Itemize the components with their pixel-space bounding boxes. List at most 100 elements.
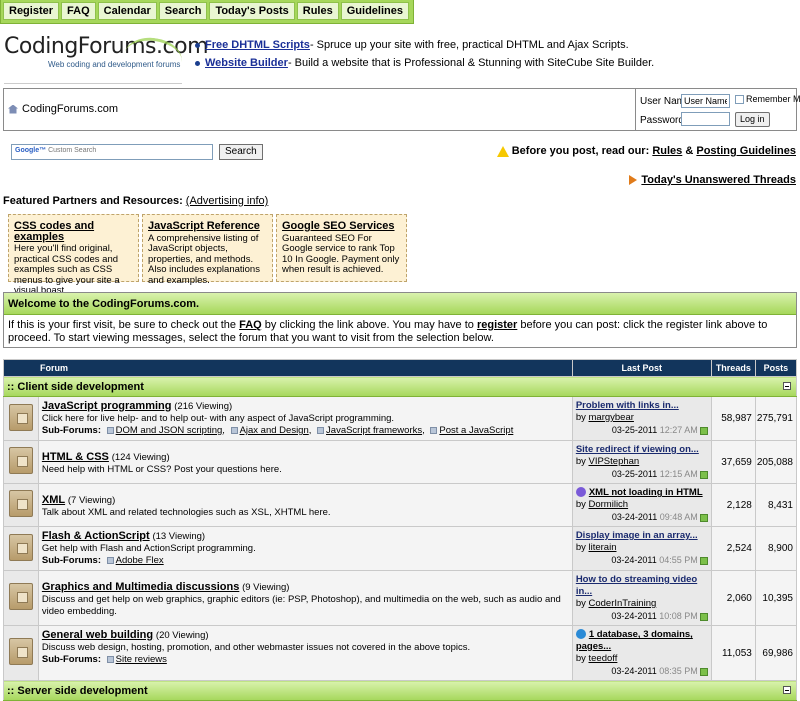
nav-todays-posts[interactable]: Today's Posts <box>209 2 295 20</box>
unanswered-threads[interactable]: Today's Unanswered Threads <box>629 174 796 186</box>
username-input[interactable] <box>681 94 730 108</box>
forum-title[interactable]: General web building <box>42 629 153 641</box>
forum-status-cell <box>3 440 39 484</box>
search-input[interactable]: Google™ Custom Search <box>11 144 213 160</box>
partner-title[interactable]: JavaScript Reference <box>148 221 267 232</box>
forum-info: HTML & CSS (124 Viewing) Need help with … <box>37 440 573 484</box>
category-title[interactable]: :: Server side development <box>7 685 148 697</box>
last-post-user[interactable]: CoderInTraining <box>589 598 657 609</box>
guidelines-link[interactable]: Posting Guidelines <box>696 145 796 157</box>
forum-description: Get help with Flash and ActionScript pro… <box>41 543 256 554</box>
last-post-user[interactable]: VIPStephan <box>589 456 640 467</box>
post-count: 69,986 <box>754 625 798 681</box>
breadcrumb-home[interactable]: CodingForums.com <box>22 103 118 115</box>
collapse-icon[interactable] <box>783 381 791 390</box>
post-count: 205,088 <box>754 440 798 484</box>
advertising-info-link[interactable]: (Advertising info) <box>186 195 269 207</box>
forum-title[interactable]: Flash & ActionScript <box>42 530 150 542</box>
unanswered-link[interactable]: Today's Unanswered Threads <box>641 174 796 186</box>
thread-count: 2,524 <box>710 526 756 571</box>
forum-viewing: (124 Viewing) <box>111 452 170 463</box>
promo-link-builder[interactable]: Website Builder <box>205 57 288 69</box>
last-post-title[interactable]: Display image in an array... <box>576 530 698 541</box>
last-post-title[interactable]: How to do streaming video in... <box>576 574 697 597</box>
subforum-link[interactable]: Post a JavaScript <box>439 425 513 436</box>
go-to-last-post-icon[interactable] <box>699 556 708 565</box>
nav-faq[interactable]: FAQ <box>61 2 96 20</box>
nav-guidelines[interactable]: Guidelines <box>340 2 409 20</box>
by-label: by <box>575 653 586 664</box>
forum-row: JavaScript programming (216 Viewing) Cli… <box>3 396 798 441</box>
last-post-user[interactable]: Dormilich <box>589 499 629 510</box>
last-post-date: 03-24-2011 <box>611 555 657 565</box>
nav-rules[interactable]: Rules <box>296 2 339 20</box>
last-post-title[interactable]: Site redirect if viewing on... <box>576 444 699 455</box>
last-post-title[interactable]: XML not loading in HTML <box>589 487 703 498</box>
go-to-last-post-icon[interactable] <box>699 470 708 479</box>
subforums: Sub-Forums: DOM and JSON scripting, Ajax… <box>41 425 514 436</box>
remember-checkbox[interactable] <box>735 95 744 104</box>
last-post-user[interactable]: literain <box>589 542 617 553</box>
thread-count: 37,659 <box>710 440 756 484</box>
register-link[interactable]: register <box>477 319 517 331</box>
last-post-title[interactable]: 1 database, 3 domains, pages... <box>576 629 693 652</box>
home-icon[interactable] <box>8 104 18 114</box>
last-post-title[interactable]: Problem with links in... <box>576 400 679 411</box>
notice-amp: & <box>685 145 694 157</box>
nav-calendar[interactable]: Calendar <box>97 2 157 20</box>
category-client-side[interactable]: :: Client side development <box>3 376 797 397</box>
subforums: Sub-Forums: Adobe Flex <box>42 555 569 567</box>
nav-search[interactable]: Search <box>158 2 208 20</box>
last-post-user[interactable]: margybear <box>589 412 634 423</box>
login-button[interactable]: Log in <box>735 112 770 127</box>
faq-link[interactable]: FAQ <box>239 319 262 331</box>
smiley-icon <box>575 487 586 498</box>
site-logo[interactable]: CodingForums.com Web coding and developm… <box>4 34 209 84</box>
top-nav: Register FAQ Calendar Search Today's Pos… <box>0 0 414 24</box>
notice-prefix: Before you post, read our: <box>511 145 650 157</box>
forum-info: XML (7 Viewing) Talk about XML and relat… <box>37 483 573 527</box>
last-post-user[interactable]: teedoff <box>589 653 618 664</box>
go-to-last-post-icon[interactable] <box>699 667 708 676</box>
table-header-row: Forum Last Post Threads Posts <box>3 359 798 377</box>
posting-notice: Before you post, read our: Rules & Posti… <box>496 145 796 157</box>
promo-item: Website Builder- Build a website that is… <box>195 54 654 72</box>
last-post-cell: How to do streaming video in... by Coder… <box>571 570 712 626</box>
category-title[interactable]: :: Client side development <box>7 381 144 393</box>
forum-title[interactable]: XML <box>42 494 65 506</box>
google-brand: Google™ <box>15 147 47 154</box>
forum-description: Discuss web design, hosting, promotion, … <box>41 642 471 653</box>
forum-viewing: (9 Viewing) <box>242 582 290 593</box>
forum-title[interactable]: JavaScript programming <box>42 400 172 412</box>
promo-text: - Build a website that is Professional &… <box>287 57 655 69</box>
bullet-icon <box>195 42 200 48</box>
partner-title[interactable]: Google SEO Services <box>282 221 401 232</box>
nav-register[interactable]: Register <box>3 2 60 20</box>
subforum-link[interactable]: Ajax and Design <box>240 425 309 436</box>
forum-row: Graphics and Multimedia discussions (9 V… <box>3 570 798 626</box>
go-to-last-post-icon[interactable] <box>699 513 708 522</box>
category-server-side[interactable]: :: Server side development <box>3 680 797 701</box>
rules-link[interactable]: Rules <box>652 145 682 157</box>
forum-title[interactable]: HTML & CSS <box>42 451 109 463</box>
subforum-link[interactable]: Adobe Flex <box>116 555 164 566</box>
promo-text: - Spruce up your site with free, practic… <box>309 39 629 51</box>
forum-folder-icon <box>8 583 33 610</box>
post-count: 275,791 <box>754 396 798 441</box>
subforum-link[interactable]: DOM and JSON scripting <box>116 425 223 436</box>
subforum-link[interactable]: JavaScript frameworks <box>326 425 422 436</box>
post-count: 8,900 <box>754 526 798 571</box>
partner-title[interactable]: CSS codes and examples <box>14 221 133 243</box>
collapse-icon[interactable] <box>783 685 791 694</box>
forum-title[interactable]: Graphics and Multimedia discussions <box>42 581 239 593</box>
go-to-last-post-icon[interactable] <box>699 612 708 621</box>
search-placeholder: Custom Search <box>48 147 97 154</box>
col-threads: Threads <box>710 359 756 377</box>
search-button[interactable]: Search <box>219 144 263 160</box>
subforum-link[interactable]: Site reviews <box>116 654 167 665</box>
password-input[interactable] <box>681 112 730 126</box>
promo-link-dhtml[interactable]: Free DHTML Scripts <box>205 39 310 51</box>
partner-box: JavaScript Reference A comprehensive lis… <box>142 214 273 285</box>
go-to-last-post-icon[interactable] <box>699 426 708 435</box>
last-post-time: 10:08 PM <box>659 611 698 621</box>
